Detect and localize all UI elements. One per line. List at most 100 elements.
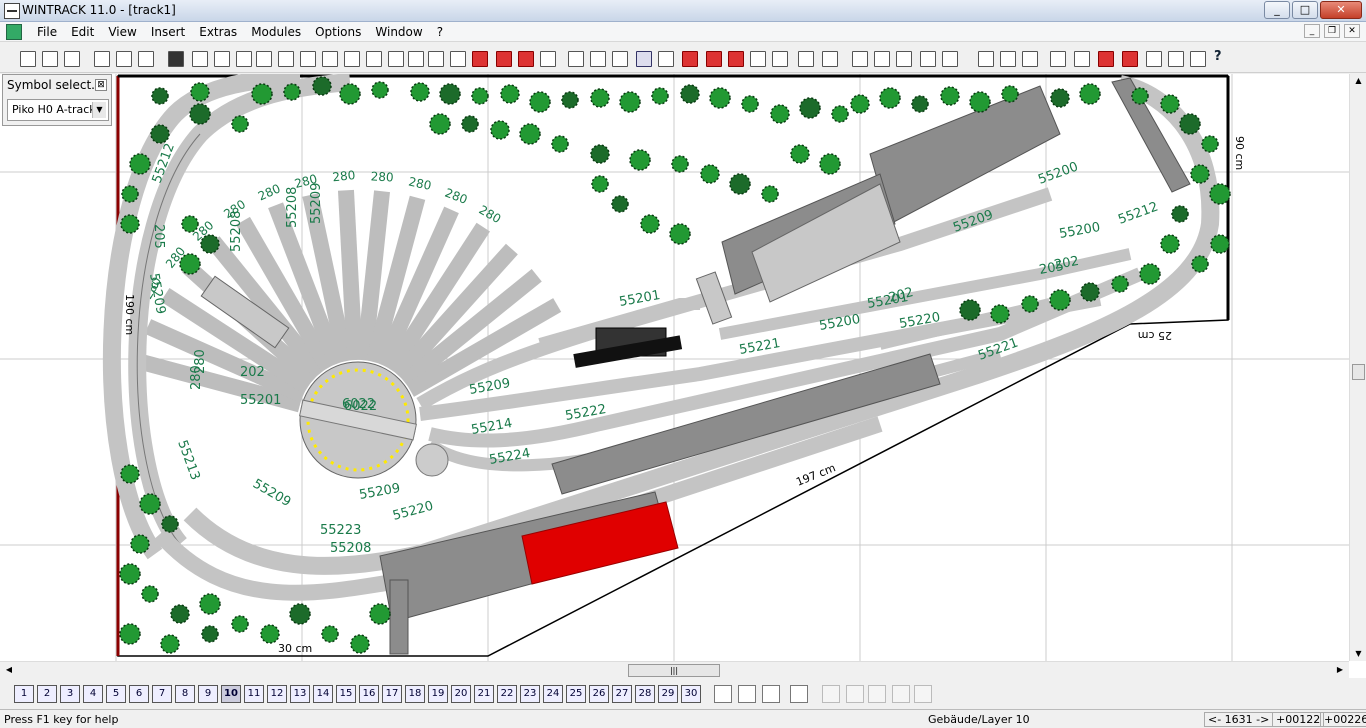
toolbar-button-50[interactable] bbox=[1166, 49, 1184, 67]
layer-button-27[interactable]: 27 bbox=[612, 685, 632, 703]
toolbar-button-40[interactable] bbox=[918, 49, 936, 67]
layer-button-3[interactable]: 3 bbox=[60, 685, 80, 703]
toolbar-button-21[interactable] bbox=[470, 49, 488, 67]
layer-button-9[interactable]: 9 bbox=[198, 685, 218, 703]
toolbar-button-34[interactable] bbox=[770, 49, 788, 67]
layer-button-8[interactable]: 8 bbox=[175, 685, 195, 703]
maximize-button[interactable]: □ bbox=[1292, 1, 1318, 19]
toolbar-button-2[interactable] bbox=[40, 49, 58, 67]
toolbar-button-24[interactable] bbox=[538, 49, 556, 67]
layer-button-14[interactable]: 14 bbox=[313, 685, 333, 703]
menu-edit[interactable]: Edit bbox=[64, 24, 101, 40]
close-button[interactable]: ✕ bbox=[1320, 1, 1362, 19]
toolbar-button-17[interactable] bbox=[386, 49, 404, 67]
toolbar-button-32[interactable] bbox=[726, 49, 744, 67]
chevron-down-icon[interactable]: ▼ bbox=[92, 102, 106, 118]
layer-tool-icon-2[interactable] bbox=[738, 685, 756, 703]
toolbar-button-33[interactable] bbox=[748, 49, 766, 67]
menu-view[interactable]: View bbox=[101, 24, 143, 40]
toolbar-button-18[interactable] bbox=[406, 49, 424, 67]
symbol-library-select[interactable]: Piko H0 A-track ▼ bbox=[7, 99, 109, 121]
toolbar-button-13[interactable] bbox=[298, 49, 316, 67]
scroll-left-icon[interactable]: ◀ bbox=[2, 662, 16, 678]
toolbar-button-46[interactable] bbox=[1072, 49, 1090, 67]
toolbar-button-16[interactable] bbox=[364, 49, 382, 67]
toolbar-button-25[interactable] bbox=[566, 49, 584, 67]
menu-extras[interactable]: Extras bbox=[192, 24, 244, 40]
toolbar-button-27[interactable] bbox=[610, 49, 628, 67]
toolbar-button-20[interactable] bbox=[448, 49, 466, 67]
toolbar-button-38[interactable] bbox=[872, 49, 890, 67]
toolbar-button-15[interactable] bbox=[342, 49, 360, 67]
toolbar-button-47[interactable] bbox=[1096, 49, 1114, 67]
layer-button-17[interactable]: 17 bbox=[382, 685, 402, 703]
layer-tool-icon-3[interactable] bbox=[762, 685, 780, 703]
menu-modules[interactable]: Modules bbox=[244, 24, 308, 40]
layer-button-24[interactable]: 24 bbox=[543, 685, 563, 703]
toolbar-button-10[interactable] bbox=[234, 49, 252, 67]
toolbar-button-5[interactable] bbox=[114, 49, 132, 67]
layer-button-21[interactable]: 21 bbox=[474, 685, 494, 703]
toolbar-button-43[interactable] bbox=[998, 49, 1016, 67]
toolbar-button-51[interactable] bbox=[1188, 49, 1206, 67]
toolbar-button-3[interactable] bbox=[62, 49, 80, 67]
toolbar-button-45[interactable] bbox=[1048, 49, 1066, 67]
toolbar-button-30[interactable] bbox=[680, 49, 698, 67]
toolbar-button-8[interactable] bbox=[190, 49, 208, 67]
view-slot-button-4[interactable] bbox=[892, 685, 910, 703]
view-slot-button-5[interactable] bbox=[914, 685, 932, 703]
toolbar-button-12[interactable] bbox=[276, 49, 294, 67]
toolbar-button-48[interactable] bbox=[1120, 49, 1138, 67]
toolbar-button-44[interactable] bbox=[1020, 49, 1038, 67]
toolbar-button-7[interactable] bbox=[166, 49, 184, 67]
layer-button-2[interactable]: 2 bbox=[37, 685, 57, 703]
menu-options[interactable]: Options bbox=[308, 24, 368, 40]
scroll-down-icon[interactable]: ▼ bbox=[1352, 647, 1365, 661]
layer-button-20[interactable]: 20 bbox=[451, 685, 471, 703]
toolbar-button-1[interactable] bbox=[18, 49, 36, 67]
layer-tool-icon-1[interactable] bbox=[714, 685, 732, 703]
layer-button-19[interactable]: 19 bbox=[428, 685, 448, 703]
toolbar-button-39[interactable] bbox=[894, 49, 912, 67]
layer-button-6[interactable]: 6 bbox=[129, 685, 149, 703]
mdi-restore-button[interactable]: ❐ bbox=[1324, 24, 1340, 38]
help-context-icon[interactable]: ? bbox=[1214, 49, 1222, 64]
document-icon[interactable] bbox=[6, 24, 22, 40]
horizontal-scroll-thumb[interactable]: ||| bbox=[628, 664, 720, 677]
layer-button-13[interactable]: 13 bbox=[290, 685, 310, 703]
mdi-minimize-button[interactable]: _ bbox=[1304, 24, 1320, 38]
panel-close-button[interactable]: ⊠ bbox=[95, 79, 107, 91]
view-slot-button-3[interactable] bbox=[868, 685, 886, 703]
layer-button-5[interactable]: 5 bbox=[106, 685, 126, 703]
layer-button-11[interactable]: 11 bbox=[244, 685, 264, 703]
toolbar-button-6[interactable] bbox=[136, 49, 154, 67]
toolbar-button-29[interactable] bbox=[656, 49, 674, 67]
toolbar-button-9[interactable] bbox=[212, 49, 230, 67]
toolbar-button-14[interactable] bbox=[320, 49, 338, 67]
layer-button-26[interactable]: 26 bbox=[589, 685, 609, 703]
horizontal-scrollbar[interactable]: ◀ ||| ▶ bbox=[0, 661, 1349, 678]
toolbar-button-42[interactable] bbox=[976, 49, 994, 67]
toolbar-button-26[interactable] bbox=[588, 49, 606, 67]
toolbar-button-36[interactable] bbox=[820, 49, 838, 67]
layer-button-18[interactable]: 18 bbox=[405, 685, 425, 703]
toolbar-button-23[interactable] bbox=[516, 49, 534, 67]
layer-button-29[interactable]: 29 bbox=[658, 685, 678, 703]
vertical-scroll-thumb[interactable] bbox=[1352, 364, 1365, 380]
menu-insert[interactable]: Insert bbox=[144, 24, 192, 40]
toolbar-button-49[interactable] bbox=[1144, 49, 1162, 67]
layer-button-10[interactable]: 10 bbox=[221, 685, 241, 703]
toolbar-button-11[interactable] bbox=[254, 49, 272, 67]
layer-button-1[interactable]: 1 bbox=[14, 685, 34, 703]
layer-button-25[interactable]: 25 bbox=[566, 685, 586, 703]
layer-tool-icon-4[interactable] bbox=[790, 685, 808, 703]
layer-button-30[interactable]: 30 bbox=[681, 685, 701, 703]
vertical-scrollbar[interactable]: ▲ ▼ bbox=[1349, 74, 1366, 661]
view-slot-button-1[interactable] bbox=[822, 685, 840, 703]
layer-button-4[interactable]: 4 bbox=[83, 685, 103, 703]
layout-plan[interactable]: 280280280280280280 280 280 280280280 6022 bbox=[0, 69, 1349, 661]
toolbar-button-22[interactable] bbox=[494, 49, 512, 67]
toolbar-button-35[interactable] bbox=[796, 49, 814, 67]
scroll-right-icon[interactable]: ▶ bbox=[1333, 662, 1347, 678]
view-slot-button-2[interactable] bbox=[846, 685, 864, 703]
